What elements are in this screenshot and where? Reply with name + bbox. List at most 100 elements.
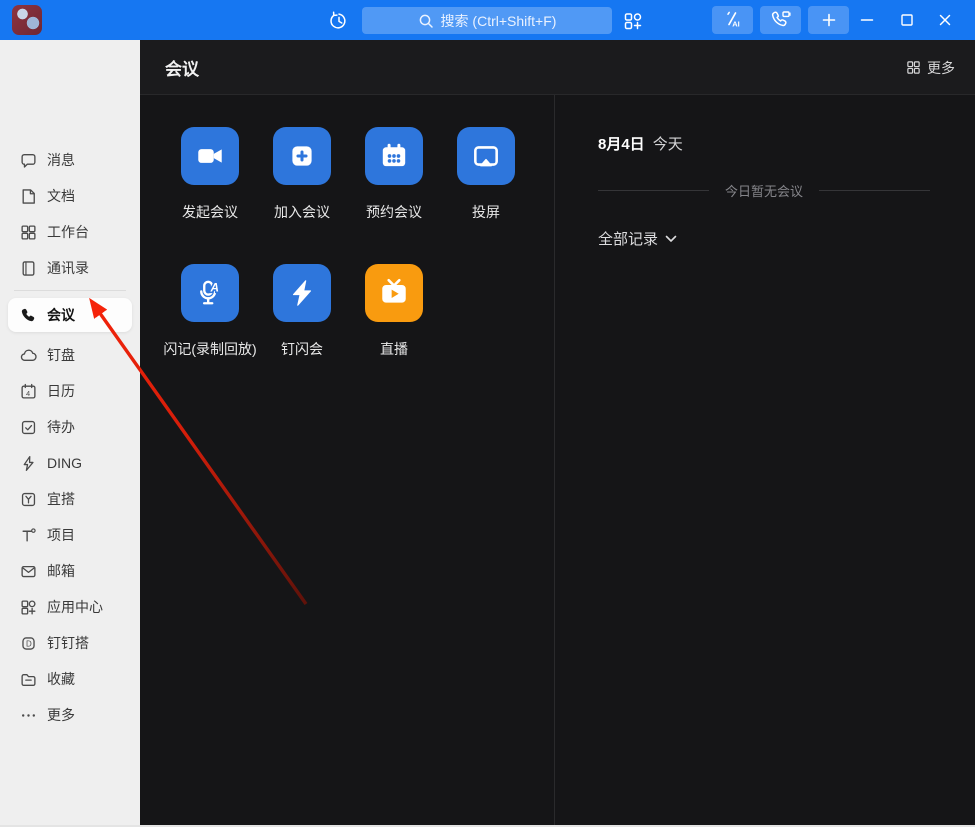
history-icon bbox=[329, 11, 349, 31]
sidebar-item-label: 待办 bbox=[47, 417, 75, 437]
shortcut-live-broadcast[interactable]: 直播 bbox=[348, 264, 440, 359]
sidebar-item-docs[interactable]: 文档 bbox=[8, 180, 132, 212]
shortcut-flash-meeting[interactable]: 钉闪会 bbox=[256, 264, 348, 359]
sidebar-item-more[interactable]: 更多 bbox=[8, 699, 132, 731]
meeting-phone-icon bbox=[20, 307, 37, 324]
close-icon bbox=[938, 13, 952, 27]
sidebar-item-dingtalk-build[interactable]: D 钉钉搭 bbox=[8, 627, 132, 659]
sidebar-item-ding[interactable]: DING bbox=[8, 447, 132, 479]
header-more-label: 更多 bbox=[927, 58, 955, 78]
cloud-drive-icon bbox=[20, 347, 37, 364]
sidebar-item-app-center[interactable]: 应用中心 bbox=[8, 591, 132, 623]
sidebar-item-mail[interactable]: 邮箱 bbox=[8, 555, 132, 587]
workbench-icon bbox=[20, 224, 37, 241]
shortcut-start-meeting[interactable]: 发起会议 bbox=[164, 127, 256, 222]
new-plus-button[interactable] bbox=[808, 6, 849, 34]
todo-icon bbox=[20, 419, 37, 436]
minimize-button[interactable] bbox=[853, 6, 881, 34]
sidebar-divider bbox=[14, 290, 126, 291]
video-camera-icon bbox=[194, 140, 226, 172]
sidebar-item-label: 消息 bbox=[47, 150, 75, 170]
search-input[interactable]: 搜索 (Ctrl+Shift+F) bbox=[362, 7, 612, 34]
main-area: 会议 更多 bbox=[140, 40, 975, 827]
app-logo-avatar[interactable] bbox=[12, 5, 42, 35]
search-icon bbox=[418, 13, 434, 29]
meeting-shortcuts-pane: 发起会议 加入会议 bbox=[140, 95, 555, 827]
sidebar-item-favorites[interactable]: 收藏 bbox=[8, 663, 132, 695]
main-header: 会议 更多 bbox=[140, 40, 975, 95]
apps-grid-icon bbox=[623, 11, 643, 31]
favorites-icon bbox=[20, 671, 37, 688]
sidebar-item-label: 工作台 bbox=[47, 222, 89, 242]
sidebar-item-workbench[interactable]: 工作台 bbox=[8, 216, 132, 248]
sidebar-item-label: 收藏 bbox=[47, 669, 75, 689]
shortcut-flash-record[interactable]: A 闪记(录制回放) bbox=[164, 264, 256, 359]
sidebar-item-drive[interactable]: 钉盘 bbox=[8, 339, 132, 371]
sidebar-item-label: 钉钉搭 bbox=[47, 633, 89, 653]
shortcut-label: 直播 bbox=[380, 339, 408, 359]
calls-button[interactable] bbox=[760, 6, 801, 34]
maximize-icon bbox=[900, 13, 914, 27]
history-button[interactable] bbox=[326, 8, 352, 34]
contacts-icon bbox=[20, 260, 37, 277]
phone-call-icon bbox=[770, 9, 792, 31]
no-meetings-text: 今日暂无会议 bbox=[725, 181, 803, 200]
sidebar-item-label: 日历 bbox=[47, 381, 75, 401]
sidebar-item-label: 更多 bbox=[47, 705, 75, 725]
shortcut-screen-cast[interactable]: 投屏 bbox=[440, 127, 532, 222]
flash-record-mic-icon: A bbox=[194, 277, 226, 309]
date-label: 8月4日 bbox=[598, 133, 645, 154]
lightning-icon bbox=[20, 455, 37, 472]
today-label: 今天 bbox=[653, 133, 683, 154]
svg-text:4: 4 bbox=[26, 388, 30, 397]
shortcut-label: 预约会议 bbox=[366, 202, 422, 222]
chevron-down-icon bbox=[665, 235, 677, 243]
svg-text:AI: AI bbox=[732, 20, 740, 29]
join-plus-icon bbox=[286, 140, 318, 172]
sidebar-item-label: DING bbox=[47, 455, 82, 471]
sidebar-item-todo[interactable]: 待办 bbox=[8, 411, 132, 443]
screen-cast-icon bbox=[470, 140, 502, 172]
plus-icon bbox=[819, 10, 839, 30]
dingtalk-build-icon: D bbox=[20, 635, 37, 652]
chat-icon bbox=[20, 152, 37, 169]
sidebar-item-contacts[interactable]: 通讯录 bbox=[8, 252, 132, 284]
shortcut-label: 发起会议 bbox=[182, 202, 238, 222]
schedule-calendar-icon bbox=[378, 140, 410, 172]
sidebar-item-messages[interactable]: 消息 bbox=[8, 144, 132, 176]
shortcut-row: A 闪记(录制回放) 钉闪会 bbox=[164, 264, 554, 359]
grid-icon bbox=[906, 60, 921, 75]
date-row: 8月4日 今天 bbox=[598, 133, 930, 154]
all-records-label: 全部记录 bbox=[598, 228, 658, 249]
shortcut-schedule-meeting[interactable]: 预约会议 bbox=[348, 127, 440, 222]
titlebar: 搜索 (Ctrl+Shift+F) AI bbox=[0, 0, 975, 40]
yida-icon bbox=[20, 491, 37, 508]
sidebar: 消息 文档 工作台 通讯录 bbox=[0, 40, 140, 827]
ai-translate-icon: AI bbox=[723, 10, 743, 30]
calendar-icon: 4 bbox=[20, 383, 37, 400]
sidebar-item-yida[interactable]: 宜搭 bbox=[8, 483, 132, 515]
shortcut-label: 加入会议 bbox=[274, 202, 330, 222]
sidebar-item-label: 文档 bbox=[47, 186, 75, 206]
minimize-icon bbox=[860, 13, 874, 27]
svg-text:D: D bbox=[26, 639, 32, 648]
close-button[interactable] bbox=[931, 6, 959, 34]
mail-icon bbox=[20, 563, 37, 580]
divider-line bbox=[598, 190, 709, 191]
project-icon bbox=[20, 527, 37, 544]
sidebar-item-meeting[interactable]: 会议 bbox=[8, 298, 132, 332]
divider-line bbox=[819, 190, 930, 191]
sidebar-item-label: 通讯录 bbox=[47, 258, 89, 278]
shortcut-join-meeting[interactable]: 加入会议 bbox=[256, 127, 348, 222]
shortcut-label: 闪记(录制回放) bbox=[163, 339, 256, 359]
search-placeholder: 搜索 (Ctrl+Shift+F) bbox=[441, 11, 557, 31]
sidebar-item-calendar[interactable]: 4 日历 bbox=[8, 375, 132, 407]
ai-translate-button[interactable]: AI bbox=[712, 6, 753, 34]
header-more-button[interactable]: 更多 bbox=[906, 40, 955, 95]
quick-apps-button[interactable] bbox=[620, 8, 646, 34]
shortcut-label: 投屏 bbox=[472, 202, 500, 222]
sidebar-item-label: 钉盘 bbox=[47, 345, 75, 365]
all-records-dropdown[interactable]: 全部记录 bbox=[598, 228, 930, 249]
maximize-button[interactable] bbox=[893, 6, 921, 34]
sidebar-item-project[interactable]: 项目 bbox=[8, 519, 132, 551]
